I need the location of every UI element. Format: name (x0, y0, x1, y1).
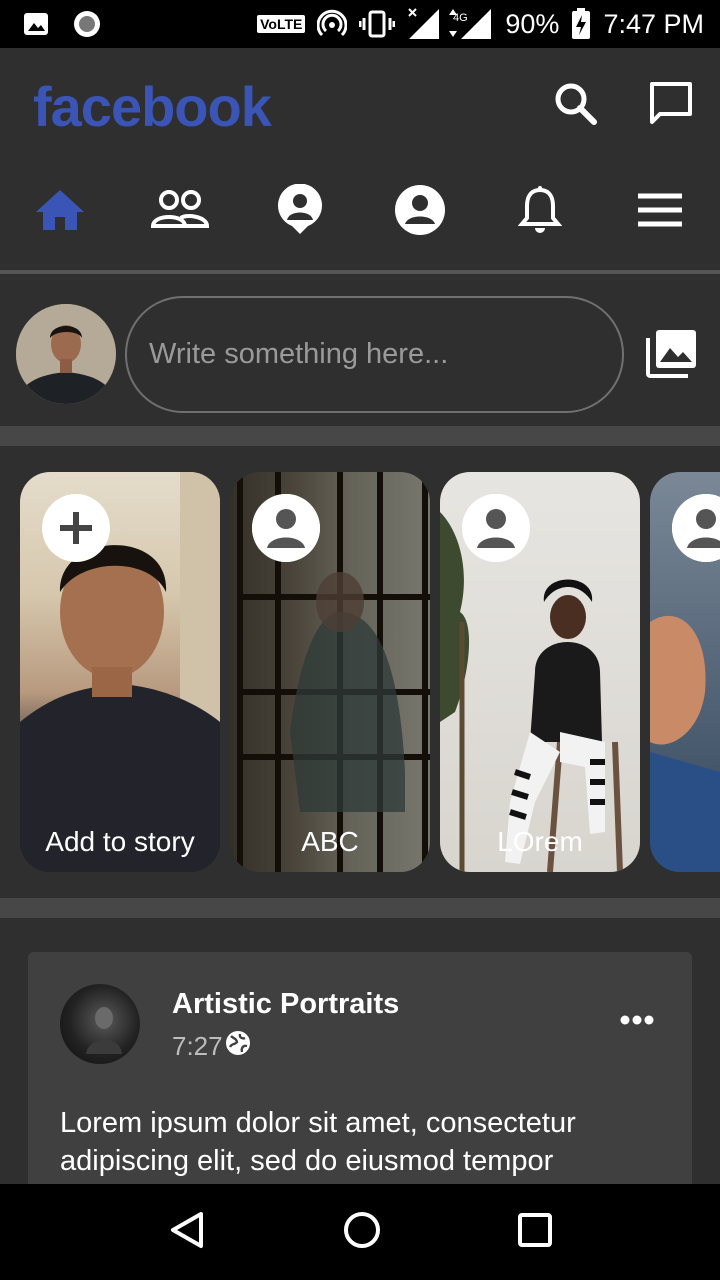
tab-account[interactable] (360, 180, 480, 240)
facebook-logo[interactable]: facebook (33, 74, 272, 139)
person-icon (462, 494, 530, 562)
status-bar: VoLTE 4G 90% 7:47 PM (0, 0, 720, 48)
clock: 7:47 PM (603, 8, 704, 39)
home-button-icon[interactable] (342, 1210, 382, 1255)
account-icon (395, 185, 445, 235)
messenger-icon[interactable] (648, 80, 694, 131)
photo-upload-icon[interactable] (646, 328, 698, 383)
tab-home[interactable] (0, 180, 120, 240)
system-nav-bar (0, 1184, 720, 1280)
gallery-notification-icon (22, 10, 50, 38)
story-card[interactable] (650, 472, 720, 872)
person-icon (252, 494, 320, 562)
home-icon (36, 190, 84, 230)
news-feed: Artistic Portraits 7:27 Lorem ipsum dolo… (0, 918, 720, 1212)
signal-icon: 4G (407, 7, 493, 41)
bell-icon (518, 186, 562, 233)
vibrate-icon (359, 9, 396, 39)
friends-icon (151, 190, 209, 228)
globe-icon (225, 1030, 251, 1063)
menu-icon (638, 193, 682, 227)
plus-icon[interactable] (42, 494, 110, 562)
story-card[interactable]: Add to story (20, 472, 220, 872)
svg-text:4G: 4G (453, 12, 468, 24)
tab-profile[interactable] (240, 180, 360, 240)
post-text: Lorem ipsum dolor sit amet, consectetur … (60, 1107, 576, 1177)
author-avatar[interactable] (60, 984, 140, 1064)
tab-friends[interactable] (120, 180, 240, 240)
story-label: Add to story (45, 826, 195, 857)
more-options-icon[interactable] (620, 1012, 654, 1030)
tab-bar (0, 180, 720, 240)
story-label: LOrem (497, 826, 583, 857)
back-icon[interactable] (167, 1210, 207, 1255)
person-icon (672, 494, 720, 562)
hotspot-icon (317, 9, 348, 39)
section-gap (0, 898, 720, 918)
story-card[interactable]: ABC (230, 472, 430, 872)
section-gap (0, 426, 720, 446)
stories-strip: Add to story ABC LOrem (0, 446, 720, 898)
volte-indicator: VoLTE (257, 15, 306, 33)
post-author[interactable]: Artistic Portraits (172, 988, 399, 1021)
recents-icon[interactable] (517, 1212, 553, 1253)
avatar[interactable] (16, 304, 116, 404)
post-meta: 7:27 (172, 1030, 251, 1063)
record-notification-icon (72, 9, 102, 39)
profile-pin-icon (278, 184, 322, 234)
post-time: 7:27 (172, 1031, 223, 1061)
search-icon[interactable] (552, 80, 598, 131)
post-card: Artistic Portraits 7:27 Lorem ipsum dolo… (28, 952, 692, 1212)
tab-notifications[interactable] (480, 180, 600, 240)
tab-menu[interactable] (600, 180, 720, 240)
post-input[interactable] (125, 296, 624, 413)
app-bar: facebook (0, 48, 720, 272)
battery-charging-icon (571, 8, 591, 40)
battery-percent: 90% (505, 8, 560, 39)
story-label: ABC (301, 826, 359, 857)
story-card[interactable]: LOrem (440, 472, 640, 872)
post-composer (0, 274, 720, 426)
